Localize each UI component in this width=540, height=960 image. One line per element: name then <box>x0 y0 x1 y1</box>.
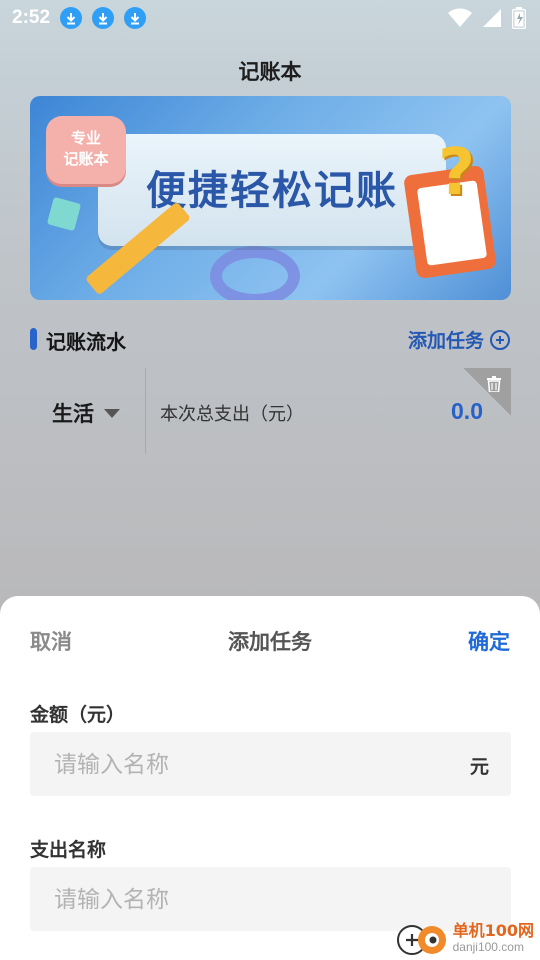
sheet-header: 添加任务 取消 确定 <box>0 626 540 658</box>
watermark-logo-icon <box>396 925 446 955</box>
amount-unit: 元 <box>469 756 489 778</box>
amount-input[interactable] <box>52 732 436 798</box>
expense-name-label: 支出名称 <box>30 839 107 861</box>
amount-label: 金额（元） <box>30 704 126 726</box>
sheet-title: 添加任务 <box>228 630 312 654</box>
watermark: 单机100网 danji100.com <box>395 922 534 956</box>
expense-name-input[interactable] <box>52 867 436 933</box>
watermark-domain: danji100.com <box>452 940 524 954</box>
cancel-button[interactable]: 取消 <box>30 626 72 656</box>
confirm-button[interactable]: 确定 <box>468 626 510 656</box>
watermark-name: 单机100网 <box>452 921 534 940</box>
add-task-sheet: 添加任务 取消 确定 金额（元） 元 支出名称 单机100网 danji100.… <box>0 596 540 960</box>
amount-field[interactable]: 元 <box>30 732 511 798</box>
